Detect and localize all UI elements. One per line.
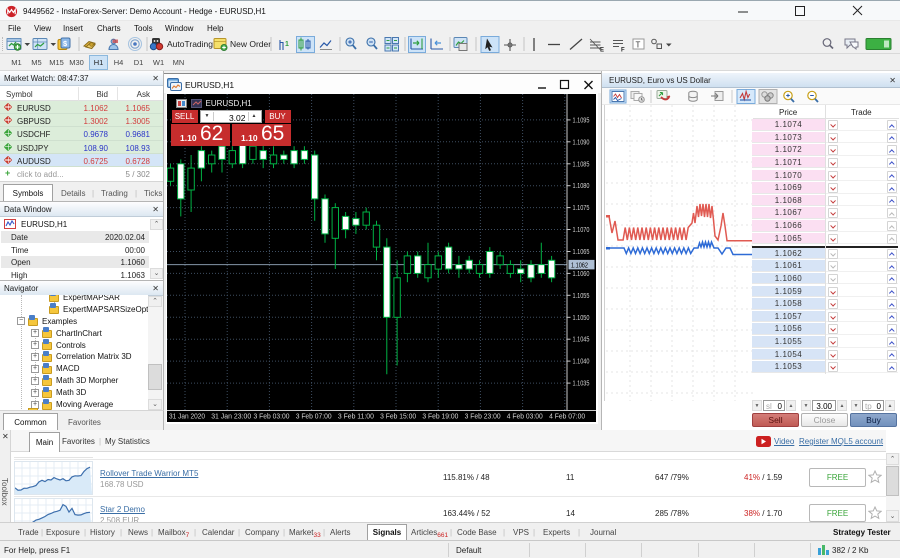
svg-text:1.1075: 1.1075 [572,203,589,212]
svg-text:AutoTrading: AutoTrading [167,39,213,49]
svg-text:3 Feb 15:00: 3 Feb 15:00 [380,411,416,420]
svg-text:1: 1 [285,41,289,48]
svg-text:1.1085: 1.1085 [572,159,589,168]
svg-text:1.1080: 1.1080 [572,181,589,190]
svg-text:E: E [600,48,604,54]
svg-text:31 Jan 23:00: 31 Jan 23:00 [211,411,251,420]
svg-text:T: T [636,41,641,50]
svg-text:F: F [621,48,625,54]
svg-text:4 Feb 07:00: 4 Feb 07:00 [549,411,585,420]
svg-text:1.1090: 1.1090 [572,137,589,146]
svg-text:1.1070: 1.1070 [572,225,589,234]
svg-text:1.1095: 1.1095 [572,115,589,124]
svg-text:1.1040: 1.1040 [572,356,589,365]
svg-text:1.1062: 1.1062 [571,260,588,269]
svg-text:1.1065: 1.1065 [572,247,589,256]
svg-text:31 Jan 2020: 31 Jan 2020 [169,411,205,420]
svg-text:3 Feb 19:00: 3 Feb 19:00 [422,411,458,420]
svg-text:4 Feb 03:00: 4 Feb 03:00 [506,411,542,420]
svg-text:3 Feb 23:00: 3 Feb 23:00 [464,411,500,420]
svg-text:1.1045: 1.1045 [572,334,589,343]
svg-text:3 Feb 07:00: 3 Feb 07:00 [295,411,331,420]
svg-text:3 Feb 11:00: 3 Feb 11:00 [337,411,373,420]
svg-text:3 Feb 03:00: 3 Feb 03:00 [253,411,289,420]
svg-text:1.1035: 1.1035 [572,378,589,387]
svg-text:1.1060: 1.1060 [572,268,589,277]
svg-text:1.1055: 1.1055 [572,290,589,299]
svg-text:1.1050: 1.1050 [572,312,589,321]
svg-text:New Order: New Order [230,39,271,49]
